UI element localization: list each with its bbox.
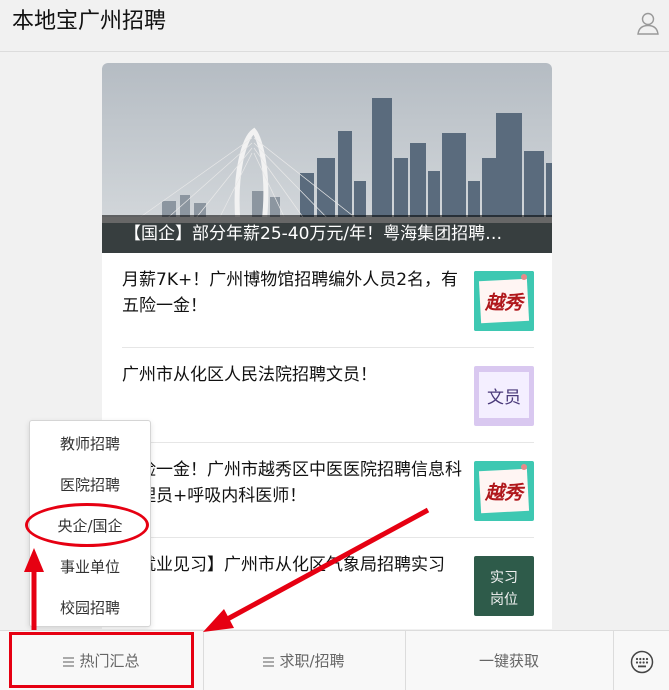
tab-label: 求职/招聘 [279,652,345,670]
article-thumbnail: 越秀 [474,461,534,521]
thumb-text-line1: 实习 [490,570,518,586]
highlight-ellipse [25,503,149,547]
user-icon[interactable] [635,10,661,36]
thumb-text-line2: 岗位 [490,592,518,608]
divider [613,631,614,690]
list-item[interactable]: 五险一金！广州市越秀区中医医院招聘信息科管理员+呼吸内科医师！ 越秀 [122,443,534,538]
banner[interactable]: 【国企】部分年薪25-40万元/年！粤海集团招聘… [102,63,552,253]
keyboard-icon[interactable] [630,650,654,674]
article-title[interactable]: 【就业见习】广州市从化区气象局招聘实习 [122,552,467,578]
list-item[interactable]: 月薪7K+！广州博物馆招聘编外人员2名，有五险一金！ 越秀 [122,253,534,348]
article-list: 【国企】部分年薪25-40万元/年！粤海集团招聘… 月薪7K+！广州博物馆招聘编… [102,63,552,629]
page-title: 本地宝广州招聘 [12,9,167,34]
thumb-text: 越秀 [484,292,526,314]
list-item[interactable]: 广州市从化区人民法院招聘文员！ 文员 [122,348,534,443]
article-title[interactable]: 五险一金！广州市越秀区中医医院招聘信息科管理员+呼吸内科医师！ [122,457,467,509]
article-title[interactable]: 月薪7K+！广州博物馆招聘编外人员2名，有五险一金！ [122,267,467,319]
article-thumbnail: 越秀 [474,271,534,331]
article-thumbnail: 实习 岗位 [474,556,534,616]
tab-one-click[interactable]: 一键获取 [406,631,612,690]
thumb-text: 越秀 [484,482,526,504]
banner-caption[interactable]: 【国企】部分年薪25-40万元/年！粤海集团招聘… [102,215,552,253]
tab-job-seeking[interactable]: 求职/招聘 [204,631,404,690]
menu-item-public-institution[interactable]: 事业单位 [30,555,150,579]
tab-label: 一键获取 [478,652,539,670]
menu-lines-icon [263,655,275,669]
menu-item-teacher[interactable]: 教师招聘 [30,432,150,456]
menu-item-hospital[interactable]: 医院招聘 [30,473,150,497]
article-title[interactable]: 广州市从化区人民法院招聘文员！ [122,362,467,388]
top-header: 本地宝广州招聘 [0,0,669,52]
list-item[interactable]: 【就业见习】广州市从化区气象局招聘实习 实习 岗位 [122,538,534,629]
highlight-box [9,632,194,688]
thumb-text: 文员 [487,388,521,408]
article-thumbnail: 文员 [474,366,534,426]
menu-item-campus[interactable]: 校园招聘 [30,596,150,620]
